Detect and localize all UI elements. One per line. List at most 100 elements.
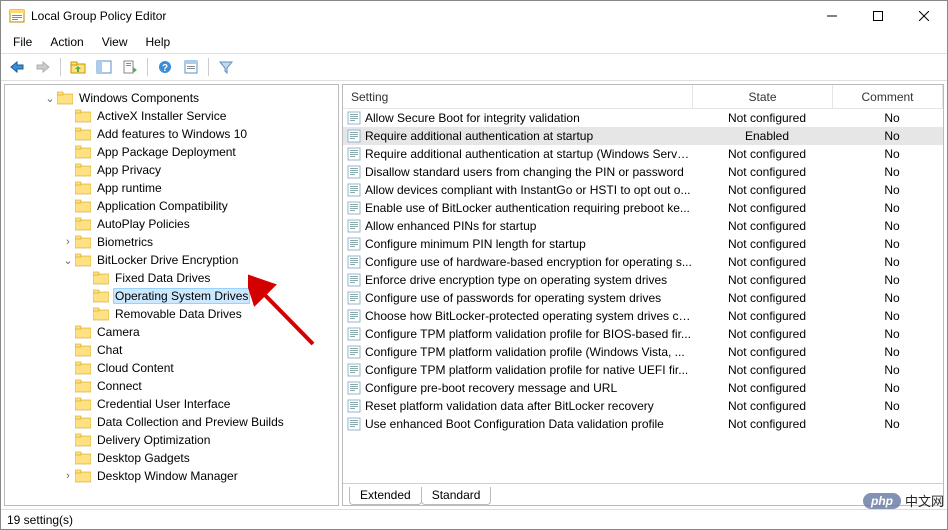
tree-item-label: App Privacy [97,163,161,177]
tree-item[interactable]: Operating System Drives [5,287,338,305]
list-row[interactable]: Allow enhanced PINs for startup Not confi… [343,217,943,235]
watermark-badge: php [863,493,901,509]
back-button[interactable] [5,56,29,78]
list-row[interactable]: Require additional authentication at sta… [343,145,943,163]
setting-comment: No [833,129,943,143]
tree-item-label: Delivery Optimization [97,433,210,447]
setting-comment: No [833,345,943,359]
tree-item[interactable]: App runtime [5,179,338,197]
tree-item[interactable]: ⌄BitLocker Drive Encryption [5,251,338,269]
menu-action[interactable]: Action [42,33,91,51]
folder-icon [75,181,91,195]
setting-icon [347,147,361,161]
list-row[interactable]: Configure pre-boot recovery message and … [343,379,943,397]
setting-state: Not configured [693,417,833,431]
folder-icon [75,235,91,249]
main-area: ⌄ Windows Components ActiveX Installer S… [1,81,947,509]
tree-item[interactable]: Credential User Interface [5,395,338,413]
setting-icon [347,111,361,125]
export-list-button[interactable] [118,56,142,78]
list-row[interactable]: Disallow standard users from changing th… [343,163,943,181]
list-row[interactable]: Use enhanced Boot Configuration Data val… [343,415,943,433]
toolbar-separator [60,58,61,76]
show-hide-tree-button[interactable] [92,56,116,78]
tree-item[interactable]: ActiveX Installer Service [5,107,338,125]
tree-root[interactable]: ⌄ Windows Components [5,89,338,107]
list-row[interactable]: Configure TPM platform validation profil… [343,325,943,343]
tree-item[interactable]: Cloud Content [5,359,338,377]
expand-icon[interactable]: › [61,470,75,482]
up-folder-button[interactable] [66,56,90,78]
setting-icon [347,255,361,269]
close-button[interactable] [901,1,947,31]
header-setting[interactable]: Setting [343,85,693,108]
tree-item[interactable]: Chat [5,341,338,359]
tree-item[interactable]: ›Desktop Window Manager [5,467,338,485]
list-body[interactable]: Allow Secure Boot for integrity validati… [343,109,943,483]
list-row[interactable]: Configure use of passwords for operating… [343,289,943,307]
setting-comment: No [833,237,943,251]
tree-item[interactable]: Desktop Gadgets [5,449,338,467]
forward-button[interactable] [31,56,55,78]
tree-item[interactable]: Camera [5,323,338,341]
tree-pane[interactable]: ⌄ Windows Components ActiveX Installer S… [4,84,339,506]
minimize-button[interactable] [809,1,855,31]
status-text: 19 setting(s) [7,513,73,527]
list-row[interactable]: Configure TPM platform validation profil… [343,361,943,379]
tree-item-label: Fixed Data Drives [115,271,210,285]
tree-item[interactable]: App Package Deployment [5,143,338,161]
tree-item[interactable]: Add features to Windows 10 [5,125,338,143]
tree-item[interactable]: Removable Data Drives [5,305,338,323]
list-row[interactable]: Configure TPM platform validation profil… [343,343,943,361]
list-row[interactable]: Enable use of BitLocker authentication r… [343,199,943,217]
tree-item-label: App runtime [97,181,162,195]
setting-icon [347,129,361,143]
collapse-icon[interactable]: ⌄ [61,254,75,267]
menu-help[interactable]: Help [138,33,179,51]
list-row[interactable]: Require additional authentication at sta… [343,127,943,145]
header-comment[interactable]: Comment [833,85,943,108]
menu-file[interactable]: File [5,33,40,51]
setting-state: Not configured [693,345,833,359]
tree-item[interactable]: Fixed Data Drives [5,269,338,287]
setting-name: Reset platform validation data after Bit… [365,399,654,413]
titlebar: Local Group Policy Editor [1,1,947,31]
list-row[interactable]: Allow devices compliant with InstantGo o… [343,181,943,199]
setting-comment: No [833,111,943,125]
tree-item[interactable]: Application Compatibility [5,197,338,215]
list-row[interactable]: Reset platform validation data after Bit… [343,397,943,415]
properties-button[interactable] [179,56,203,78]
setting-comment: No [833,219,943,233]
setting-state: Not configured [693,219,833,233]
tree-item[interactable]: Data Collection and Preview Builds [5,413,338,431]
list-row[interactable]: Configure minimum PIN length for startup… [343,235,943,253]
filter-button[interactable] [214,56,238,78]
tree-item[interactable]: AutoPlay Policies [5,215,338,233]
tab-extended[interactable]: Extended [349,487,422,505]
setting-icon [347,183,361,197]
collapse-icon[interactable]: ⌄ [43,92,57,105]
list-row[interactable]: Choose how BitLocker-protected operating… [343,307,943,325]
setting-comment: No [833,201,943,215]
header-state[interactable]: State [693,85,833,108]
setting-name: Enable use of BitLocker authentication r… [365,201,690,215]
tree-item[interactable]: Connect [5,377,338,395]
setting-comment: No [833,183,943,197]
help-button[interactable]: ? [153,56,177,78]
expand-icon[interactable]: › [61,236,75,248]
tree-item[interactable]: ›Biometrics [5,233,338,251]
setting-name: Require additional authentication at sta… [365,129,593,143]
tab-standard[interactable]: Standard [421,487,492,505]
folder-icon [75,127,91,141]
list-row[interactable]: Allow Secure Boot for integrity validati… [343,109,943,127]
setting-name: Allow enhanced PINs for startup [365,219,536,233]
list-row[interactable]: Enforce drive encryption type on operati… [343,271,943,289]
maximize-button[interactable] [855,1,901,31]
menu-view[interactable]: View [94,33,136,51]
tree-item-label: Add features to Windows 10 [97,127,247,141]
tree-item[interactable]: Delivery Optimization [5,431,338,449]
folder-icon [93,307,109,321]
folder-icon [75,253,91,267]
tree-item[interactable]: App Privacy [5,161,338,179]
list-row[interactable]: Configure use of hardware-based encrypti… [343,253,943,271]
